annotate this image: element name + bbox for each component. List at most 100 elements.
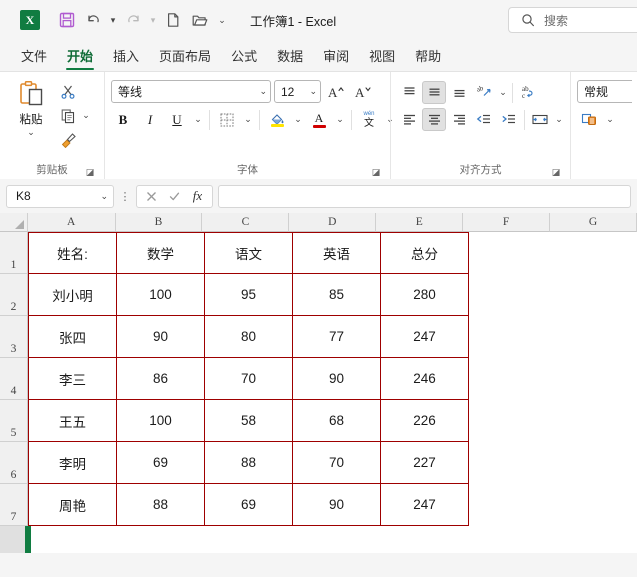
cell-c3[interactable]: 80 [205,316,293,358]
cell-e1[interactable]: 总分 [381,232,469,274]
cell-e8[interactable] [381,526,469,553]
borders-chevron-down-icon[interactable]: ⌄ [242,114,254,125]
italic-button[interactable]: I [138,108,162,131]
decrease-font-size-button[interactable]: A [351,80,375,103]
column-header-c[interactable]: C [202,213,290,232]
cell-b8[interactable] [117,526,205,553]
cell-a3[interactable]: 张四 [28,316,117,358]
cell-e2[interactable]: 280 [381,274,469,316]
cell-d2[interactable]: 85 [293,274,381,316]
tab-view[interactable]: 视图 [360,43,404,71]
align-bottom-button[interactable] [447,81,471,104]
font-size-chevron-down-icon[interactable]: ⌄ [305,86,317,97]
new-document-icon[interactable] [160,7,186,33]
fill-color-button[interactable] [265,108,289,131]
cancel-entry-button[interactable] [141,186,162,206]
tab-home[interactable]: 开始 [58,43,102,71]
cell-d8[interactable] [293,526,381,553]
accounting-format-button[interactable] [577,108,601,131]
align-right-button[interactable] [447,108,471,131]
cell-b7[interactable]: 88 [117,484,205,526]
cell-f3[interactable] [469,316,557,358]
cell-c2[interactable]: 95 [205,274,293,316]
cut-button[interactable] [56,80,80,103]
cell-c1[interactable]: 语文 [205,232,293,274]
cell-c5[interactable]: 58 [205,400,293,442]
row-header-5[interactable]: 5 [0,400,28,442]
bold-button[interactable]: B [111,108,135,131]
redo-arrow-icon[interactable] [120,7,146,33]
align-middle-button[interactable] [422,81,446,104]
alignment-dialog-launcher-icon[interactable]: ◪ [550,166,562,178]
row-header-6[interactable]: 6 [0,442,28,484]
cell-c8[interactable] [205,526,293,553]
underline-chevron-down-icon[interactable]: ⌄ [192,114,204,125]
formula-bar-more-icon[interactable]: ⋮ [119,190,131,203]
cell-b3[interactable]: 90 [117,316,205,358]
open-folder-icon[interactable] [186,7,212,33]
row-header-7[interactable]: 7 [0,484,28,526]
orientation-button[interactable]: ab [472,81,496,104]
cell-d5[interactable]: 68 [293,400,381,442]
cell-g5[interactable] [557,400,637,442]
increase-font-size-button[interactable]: A [324,80,348,103]
tab-formulas[interactable]: 公式 [222,43,266,71]
tab-review[interactable]: 审阅 [314,43,358,71]
orientation-chevron-down-icon[interactable]: ⌄ [497,87,509,98]
undo-dropdown-chevron-down-icon[interactable]: ▾ [106,7,120,33]
increase-indent-button[interactable] [497,108,521,131]
cell-f8[interactable] [469,526,557,553]
font-size-combo[interactable]: 12 ⌄ [274,80,321,103]
row-header-4[interactable]: 4 [0,358,28,400]
row-header-3[interactable]: 3 [0,316,28,358]
cell-b4[interactable]: 86 [117,358,205,400]
align-top-button[interactable] [397,81,421,104]
name-box-chevron-down-icon[interactable]: ⌄ [100,191,108,202]
paste-button[interactable]: 粘贴 ⌄ [6,76,56,137]
cell-e4[interactable]: 246 [381,358,469,400]
search-box[interactable]: 搜索 [508,7,637,33]
align-left-button[interactable] [397,108,421,131]
save-button[interactable] [54,7,80,33]
tab-help[interactable]: 帮助 [406,43,450,71]
redo-dropdown-chevron-down-icon[interactable]: ▾ [146,7,160,33]
cell-c6[interactable]: 88 [205,442,293,484]
cell-d7[interactable]: 90 [293,484,381,526]
cell-f4[interactable] [469,358,557,400]
cell-e6[interactable]: 227 [381,442,469,484]
cell-e7[interactable]: 247 [381,484,469,526]
tab-insert[interactable]: 插入 [104,43,148,71]
cell-a2[interactable]: 刘小明 [28,274,117,316]
merge-chevron-down-icon[interactable]: ⌄ [553,114,565,125]
formula-input[interactable] [218,184,631,208]
cell-b2[interactable]: 100 [117,274,205,316]
underline-button[interactable]: U [165,108,189,131]
tab-file[interactable]: 文件 [12,43,56,71]
cell-f5[interactable] [469,400,557,442]
format-painter-button[interactable] [56,128,80,151]
fill-color-chevron-down-icon[interactable]: ⌄ [292,114,304,125]
cell-f2[interactable] [469,274,557,316]
cell-f6[interactable] [469,442,557,484]
cell-g2[interactable] [557,274,637,316]
wrap-text-button[interactable]: ab c [516,81,540,104]
accounting-chevron-down-icon[interactable]: ⌄ [604,114,616,125]
cell-a7[interactable]: 周艳 [28,484,117,526]
cell-a6[interactable]: 李明 [28,442,117,484]
cell-c4[interactable]: 70 [205,358,293,400]
phonetic-guide-button[interactable]: wén 文 [357,108,381,131]
align-center-button[interactable] [422,108,446,131]
cell-g8[interactable] [557,526,637,553]
cell-a8[interactable] [28,526,117,553]
cell-b6[interactable]: 69 [117,442,205,484]
tab-page-layout[interactable]: 页面布局 [150,43,220,71]
undo-arrow-icon[interactable] [80,7,106,33]
row-header-2[interactable]: 2 [0,274,28,316]
cell-d6[interactable]: 70 [293,442,381,484]
cell-d4[interactable]: 90 [293,358,381,400]
customize-qat-chevron-down-icon[interactable]: ⌄ [212,7,232,33]
number-format-combo[interactable]: 常规 [577,80,632,103]
cell-e5[interactable]: 226 [381,400,469,442]
cell-c7[interactable]: 69 [205,484,293,526]
clipboard-dialog-launcher-icon[interactable]: ◪ [84,166,96,178]
